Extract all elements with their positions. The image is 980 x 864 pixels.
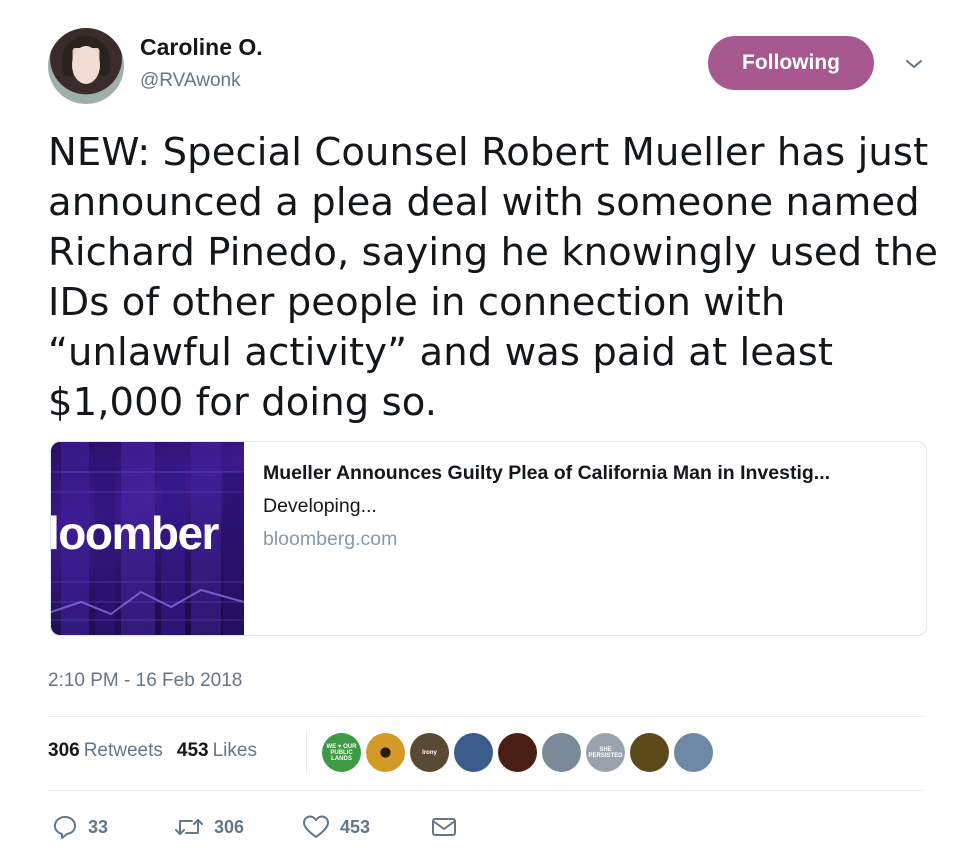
reply-icon [54,816,76,839]
card-logo-text: loomber [51,507,219,559]
likes-count: 453 [176,740,209,761]
retweet-icon [175,819,203,835]
tweet-actions: 33 306 453 [52,814,458,840]
liker-avatar[interactable]: WE ♥ OUR PUBLIC LANDS [322,733,361,772]
like-button[interactable]: 453 [302,814,430,840]
author-name[interactable]: Caroline O. [140,34,263,61]
liker-avatar-label: WE ♥ OUR PUBLIC LANDS [326,743,357,762]
liker-avatar[interactable] [630,733,669,772]
card-domain: bloomberg.com [263,528,398,550]
card-title: Mueller Announces Guilty Plea of Califor… [263,462,831,484]
card-description: Developing... [263,495,377,517]
author-handle[interactable]: @RVAwonk [140,70,241,92]
likes-stat[interactable]: 453 Likes [177,740,257,762]
link-card[interactable]: loomber Mueller Announces Guilty Plea of… [50,441,927,636]
engagement-stats: 306 Retweets 453 Likes [48,740,257,762]
retweets-label: Retweets [83,740,163,761]
divider-top [48,716,925,717]
liker-avatar[interactable] [674,733,713,772]
reply-button[interactable]: 33 [52,814,174,840]
avatar-face [72,46,100,84]
tweet-timestamp[interactable]: 2:10 PM - 16 Feb 2018 [48,670,242,692]
retweets-count: 306 [48,740,80,761]
liker-avatar[interactable] [498,733,537,772]
liker-avatar[interactable] [366,733,405,772]
likes-label: Likes [212,740,257,761]
liker-avatar[interactable]: Irony [410,733,449,772]
retweet-count: 306 [214,816,245,837]
liker-avatar[interactable]: SHE PERSISTED [586,733,625,772]
chevron-down-icon[interactable] [902,52,926,76]
retweets-stat[interactable]: 306 Retweets [48,740,163,762]
tweet-text: NEW: Special Counsel Robert Mueller has … [48,130,938,425]
card-image: loomber [51,442,244,635]
liker-avatar-label: SHE PERSISTED [588,746,623,759]
liker-avatar-label: Irony [422,749,437,756]
retweet-button[interactable]: 306 [174,814,302,840]
reply-count: 33 [88,816,109,837]
like-count: 453 [340,816,371,837]
liker-avatar[interactable] [454,733,493,772]
card-body: Mueller Announces Guilty Plea of Califor… [244,442,830,635]
author-avatar[interactable] [48,28,124,104]
envelope-icon [432,818,456,836]
likers-avatars: WE ♥ OUR PUBLIC LANDS Irony SHE PERSISTED [322,733,713,772]
stats-separator [306,730,307,774]
direct-message-button[interactable] [430,815,458,839]
heart-icon [303,815,329,838]
divider-bottom [48,790,925,791]
liker-avatar[interactable] [542,733,581,772]
following-button[interactable]: Following [708,36,874,90]
